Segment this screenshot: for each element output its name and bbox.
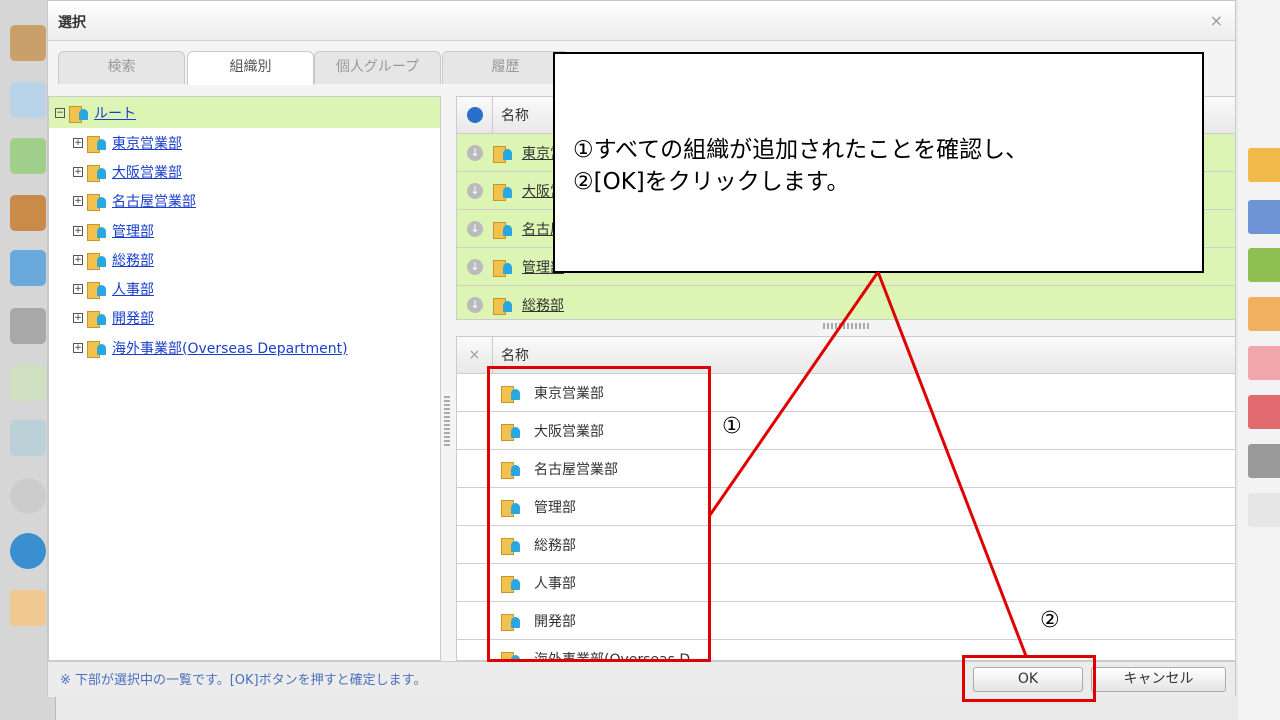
pointer-line-2 <box>876 271 1028 657</box>
pointer-line-1 <box>708 271 880 516</box>
marker-2: ② <box>1040 608 1060 633</box>
marker-1: ① <box>722 414 742 439</box>
highlight-selected-orgs <box>487 366 711 662</box>
highlight-ok-button <box>962 655 1096 702</box>
